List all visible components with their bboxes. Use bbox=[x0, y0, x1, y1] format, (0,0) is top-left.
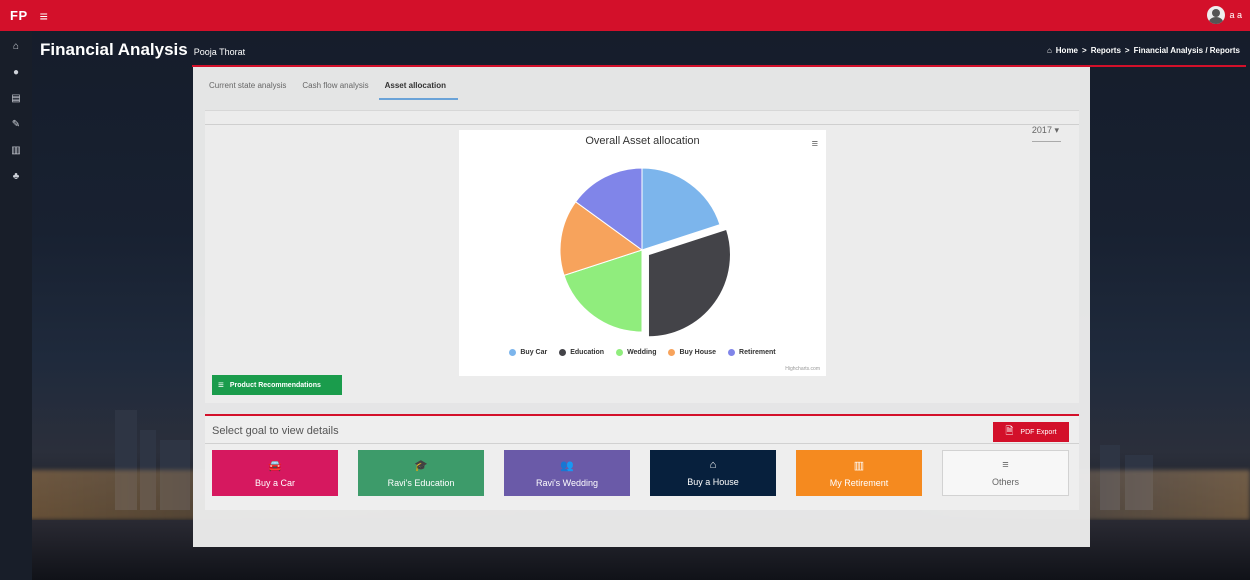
tools-icon[interactable]: ✎ bbox=[8, 117, 24, 133]
chart-icon: ▥ bbox=[853, 459, 865, 472]
year-select-value: 2017 bbox=[1031, 125, 1052, 135]
home-icon[interactable]: ⌂ bbox=[1047, 46, 1052, 55]
goal-tile-ravi-s-education[interactable]: 🎓 Ravi's Education bbox=[358, 450, 484, 496]
tab-asset-allocation[interactable]: Asset allocation bbox=[377, 66, 459, 102]
goal-tile-buy-a-car[interactable]: 🚘 Buy a Car bbox=[212, 450, 338, 496]
menu-toggle-icon[interactable]: ≡ bbox=[40, 8, 48, 24]
car-icon: 🚘 bbox=[268, 459, 282, 472]
breadcrumb: ⌂ Home > Reports > Financial Analysis / … bbox=[1047, 46, 1240, 55]
avatar[interactable] bbox=[1207, 6, 1226, 24]
home-icon[interactable]: ⌂ bbox=[8, 39, 24, 55]
user-initials: a a bbox=[1229, 10, 1242, 20]
page-title: Financial Analysis bbox=[40, 40, 188, 59]
graduation-cap-icon: 🎓 bbox=[414, 459, 428, 472]
couple-icon: 👥 bbox=[560, 459, 574, 472]
product-recommendations-label: Product Recommendations bbox=[229, 381, 321, 389]
legend-label: Buy Car bbox=[520, 349, 548, 356]
header-divider bbox=[192, 65, 1246, 67]
main-panel: Current state analysis Cash flow analysi… bbox=[193, 66, 1090, 547]
legend-item[interactable]: Buy House bbox=[668, 349, 716, 356]
goal-label: Others bbox=[991, 477, 1019, 487]
legend-item[interactable]: Retirement bbox=[728, 349, 776, 356]
goal-tiles: 🚘 Buy a Car 🎓 Ravi's Education 👥 Ravi's Weddi… bbox=[212, 450, 1069, 496]
goal-label: Ravi's Wedding bbox=[535, 477, 599, 488]
chart-credit[interactable]: Highcharts.com bbox=[785, 366, 820, 372]
breadcrumb-reports[interactable]: Reports bbox=[1091, 46, 1121, 55]
goal-tile-others[interactable]: ≡ Others bbox=[942, 450, 1069, 496]
legend-swatch bbox=[559, 349, 567, 356]
chart-icon[interactable]: ▥ bbox=[8, 143, 24, 159]
user-icon[interactable]: ● bbox=[8, 65, 24, 81]
legend-swatch bbox=[616, 349, 624, 356]
pie-chart bbox=[559, 167, 731, 338]
pdf-export-button[interactable]: 🗎 PDF Export bbox=[993, 422, 1069, 442]
app-logo[interactable]: FP bbox=[10, 8, 28, 23]
chart-title: Overall Asset allocation bbox=[585, 135, 700, 147]
legend-swatch bbox=[509, 349, 517, 356]
goal-label: Ravi's Education bbox=[387, 477, 455, 488]
list-icon: ≡ bbox=[1002, 459, 1009, 471]
pdf-export-label: PDF Export bbox=[1020, 428, 1057, 436]
legend-item[interactable]: Education bbox=[559, 349, 604, 356]
legend-label: Buy House bbox=[679, 349, 717, 356]
user-menu[interactable]: a a bbox=[1207, 6, 1242, 24]
legend-item[interactable]: Buy Car bbox=[509, 349, 547, 356]
client-name: Pooja Thorat bbox=[193, 47, 246, 57]
pie-chart-card: Overall Asset allocation ≡ Buy Car Educat… bbox=[459, 130, 826, 376]
goal-tile-my-retirement[interactable]: ▥ My Retirement bbox=[796, 450, 922, 496]
goal-tile-ravi-s-wedding[interactable]: 👥 Ravi's Wedding bbox=[504, 450, 630, 496]
breadcrumb-separator: > bbox=[1124, 46, 1130, 55]
pie-slice-education[interactable] bbox=[647, 228, 731, 338]
breadcrumb-separator: > bbox=[1082, 46, 1087, 55]
legend-swatch bbox=[728, 349, 736, 356]
goals-title: Select goal to view details bbox=[212, 425, 339, 437]
chart-menu-icon[interactable]: ≡ bbox=[812, 138, 818, 150]
tab-current-state[interactable]: Current state analysis bbox=[201, 66, 294, 102]
legend-label: Retirement bbox=[739, 349, 776, 356]
legend-swatch bbox=[668, 349, 676, 356]
analysis-tabs: Current state analysis Cash flow analysi… bbox=[193, 66, 1090, 102]
legend-item[interactable]: Wedding bbox=[616, 349, 656, 356]
goal-tile-buy-a-house[interactable]: ⌂ Buy a House bbox=[650, 450, 776, 496]
goal-label: Buy a House bbox=[687, 477, 739, 487]
caret-down-icon: ▾ bbox=[1054, 125, 1059, 135]
pdf-icon: 🗎 bbox=[1005, 425, 1014, 437]
goal-label: My Retirement bbox=[829, 477, 889, 488]
goals-section: Select goal to view details 🗎 PDF Export… bbox=[205, 414, 1079, 510]
document-icon[interactable]: ▤ bbox=[8, 91, 24, 107]
chart-section: 2017 ▾ Overall Asset allocation ≡ Buy Ca… bbox=[205, 110, 1079, 403]
legend-label: Wedding bbox=[627, 349, 657, 356]
top-bar: FP ≡ a a bbox=[0, 0, 1250, 31]
tab-cash-flow[interactable]: Cash flow analysis bbox=[294, 66, 376, 102]
legend-label: Education bbox=[570, 349, 605, 356]
page-header: Financial Analysis Pooja Thorat bbox=[40, 40, 245, 60]
chart-legend: Buy Car Education Wedding Buy House Retireme… bbox=[459, 349, 826, 356]
year-select[interactable]: 2017 ▾ bbox=[1031, 125, 1061, 142]
list-icon: ≡ bbox=[218, 379, 224, 391]
breadcrumb-current: Financial Analysis / Reports bbox=[1133, 46, 1240, 55]
house-icon: ⌂ bbox=[709, 459, 717, 471]
sidebar: ⌂ ● ▤ ✎ ▥ ♣ bbox=[0, 31, 32, 580]
product-recommendations-button[interactable]: ≡ Product Recommendations bbox=[212, 375, 342, 395]
breadcrumb-home[interactable]: Home bbox=[1056, 46, 1078, 55]
users-icon[interactable]: ♣ bbox=[8, 169, 24, 185]
goal-label: Buy a Car bbox=[254, 477, 296, 488]
